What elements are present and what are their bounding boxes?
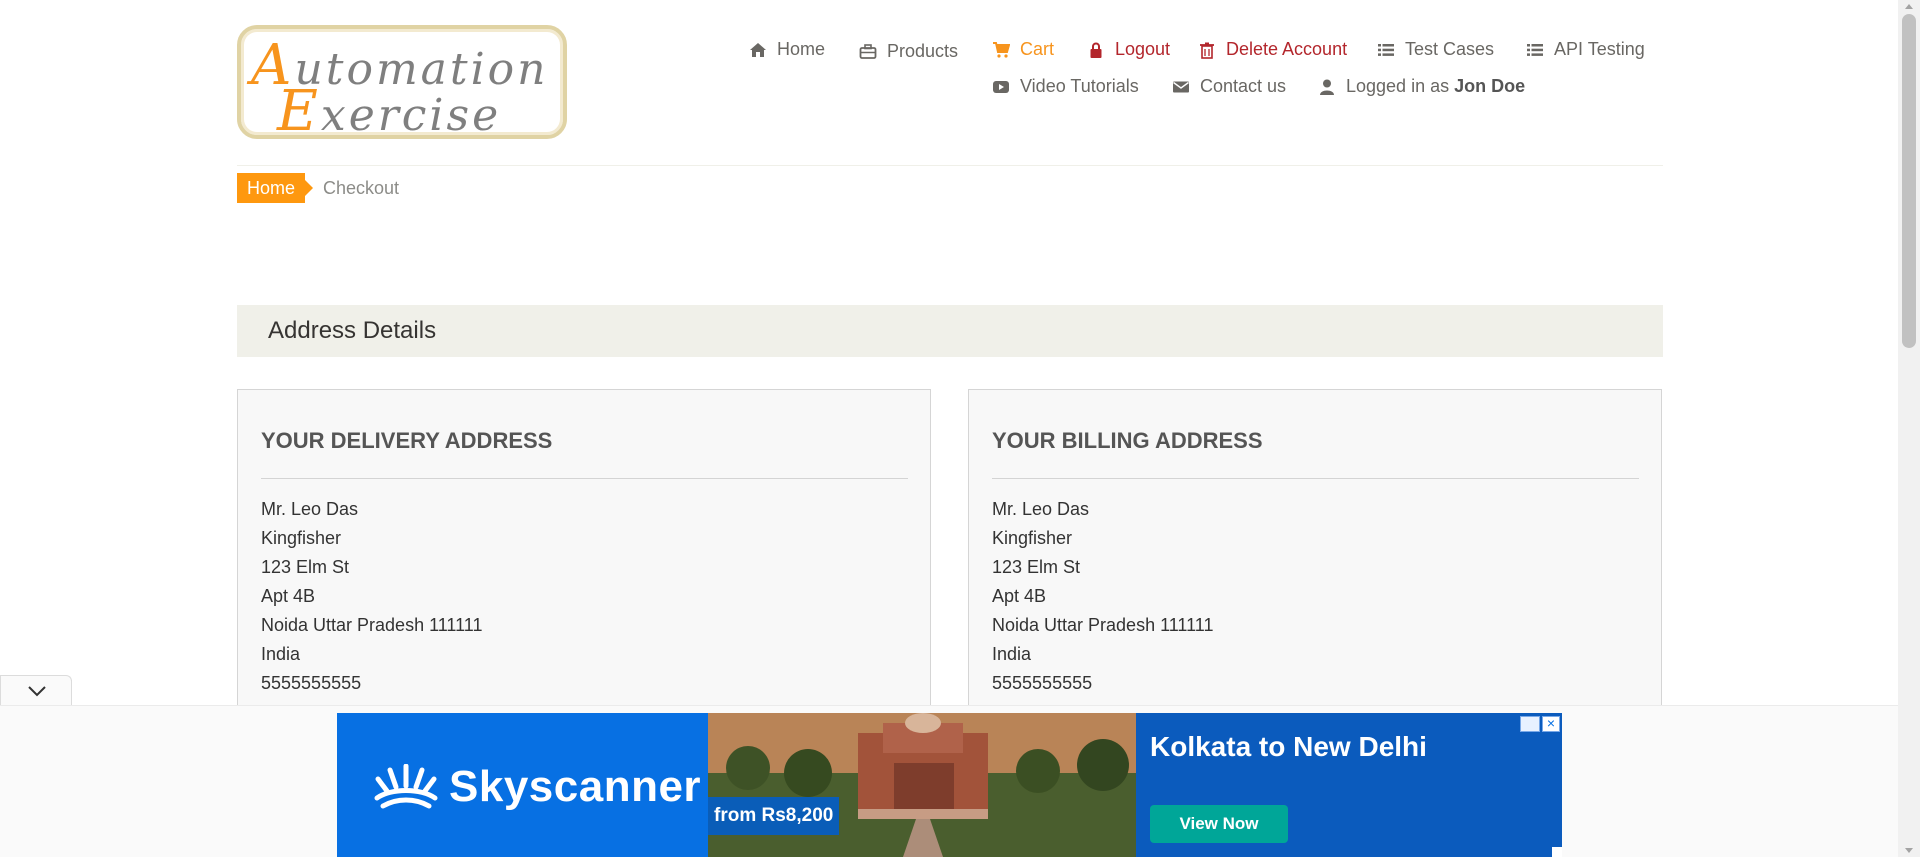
billing-address-lines: Mr. Leo Das Kingfisher 123 Elm St Apt 4B… [992, 495, 1213, 698]
close-icon[interactable]: × [1542, 716, 1560, 732]
nav-api-testing-label: API Testing [1554, 39, 1645, 59]
nav-delete-account[interactable]: Delete Account [1198, 39, 1347, 60]
scroll-down-arrow-icon[interactable] [1905, 848, 1913, 853]
nav-logout[interactable]: Logout [1087, 39, 1170, 60]
delivery-address-heading: YOUR DELIVERY ADDRESS [261, 428, 553, 453]
billing-address-card: YOUR BILLING ADDRESS Mr. Leo Das Kingfis… [968, 389, 1662, 719]
ad-text-panel: Kolkata to New Delhi View Now [1136, 713, 1562, 857]
nav-contact-us-label: Contact us [1200, 76, 1287, 96]
user-icon [1320, 79, 1334, 95]
skyscanner-ad[interactable]: Skyscanner from Rs8,200 Kolkata to New D… [337, 713, 1562, 857]
nav-cart[interactable]: Cart [992, 39, 1054, 60]
delivery-address-lines: Mr. Leo Das Kingfisher 123 Elm St Apt 4B… [261, 495, 482, 698]
billing-phone: 5555555555 [992, 673, 1093, 693]
page: Automation Exercise Home Products Cart L… [0, 0, 1898, 857]
logged-in-username: Jon Doe [1454, 76, 1526, 96]
nav-video-tutorials-label: Video Tutorials [1020, 76, 1139, 96]
ad-corner-icon [1552, 847, 1562, 857]
delivery-address-card: YOUR DELIVERY ADDRESS Mr. Leo Das Kingfi… [237, 389, 931, 719]
ad-view-now-button[interactable]: View Now [1150, 805, 1288, 843]
scroll-up-arrow-icon[interactable] [1905, 4, 1913, 9]
envelope-icon [1173, 81, 1189, 92]
briefcase-icon [859, 43, 877, 59]
delivery-address1: 123 Elm St [261, 557, 350, 577]
nav-products[interactable]: Products [859, 41, 958, 62]
delivery-address2: Apt 4B [261, 586, 316, 606]
billing-address-heading: YOUR BILLING ADDRESS [992, 428, 1263, 453]
youtube-icon [993, 80, 1009, 93]
home-icon [750, 42, 766, 57]
nav-video-tutorials[interactable]: Video Tutorials [992, 76, 1139, 97]
nav-test-cases[interactable]: Test Cases [1377, 39, 1494, 60]
logo-line-2: Exercise [277, 79, 502, 144]
ad-brand: Skyscanner [373, 762, 701, 812]
trash-icon [1200, 42, 1214, 59]
nav-logged-in-as: Logged in as Jon Doe [1318, 76, 1525, 97]
chevron-down-icon [28, 686, 46, 697]
billing-address1: 123 Elm St [992, 557, 1081, 577]
cart-icon [993, 41, 1010, 58]
nav-home-label: Home [777, 39, 826, 59]
divider [261, 478, 908, 479]
ad-monument-image: from Rs8,200 [708, 713, 1136, 857]
delivery-name: Mr. Leo Das [261, 499, 359, 519]
adchoices-icon[interactable] [1520, 716, 1540, 732]
divider [992, 478, 1639, 479]
ad-brand-name: Skyscanner [449, 762, 702, 811]
breadcrumb-home[interactable]: Home [237, 173, 314, 203]
vertical-scrollbar[interactable] [1898, 0, 1920, 857]
nav-contact-us[interactable]: Contact us [1172, 76, 1286, 97]
nav-logout-label: Logout [1115, 39, 1171, 59]
address-details-heading: Address Details [237, 305, 1663, 357]
ad-collapse-button[interactable] [0, 675, 72, 706]
ad-price: from Rs8,200 [708, 797, 840, 835]
list-icon [1527, 43, 1543, 56]
nav-delete-account-label: Delete Account [1226, 39, 1348, 59]
site-logo[interactable]: Automation Exercise [237, 25, 567, 144]
nav-cart-label: Cart [1020, 39, 1055, 59]
delivery-company: Kingfisher [261, 528, 342, 548]
billing-address2: Apt 4B [992, 586, 1047, 606]
nav-products-label: Products [887, 41, 959, 61]
logged-in-prefix: Logged in as [1346, 76, 1450, 96]
delivery-phone: 5555555555 [261, 673, 362, 693]
scrollbar-thumb[interactable] [1902, 14, 1916, 348]
ad-headline: Kolkata to New Delhi [1150, 731, 1427, 762]
nav-home[interactable]: Home [749, 39, 825, 60]
nav-api-testing[interactable]: API Testing [1526, 39, 1645, 60]
billing-name: Mr. Leo Das [992, 499, 1090, 519]
delivery-city-state-zip: Noida Uttar Pradesh 111111 [261, 615, 483, 635]
list-icon [1378, 43, 1394, 56]
sunrise-logo-icon [374, 764, 438, 809]
delivery-country: India [261, 644, 301, 664]
billing-country: India [992, 644, 1032, 664]
header-divider [237, 165, 1663, 166]
billing-city-state-zip: Noida Uttar Pradesh 111111 [992, 615, 1214, 635]
breadcrumb-current: Checkout [323, 178, 400, 198]
billing-company: Kingfisher [992, 528, 1073, 548]
lock-icon [1090, 42, 1102, 58]
address-details-title: Address Details [268, 317, 437, 344]
nav-test-cases-label: Test Cases [1405, 39, 1495, 59]
